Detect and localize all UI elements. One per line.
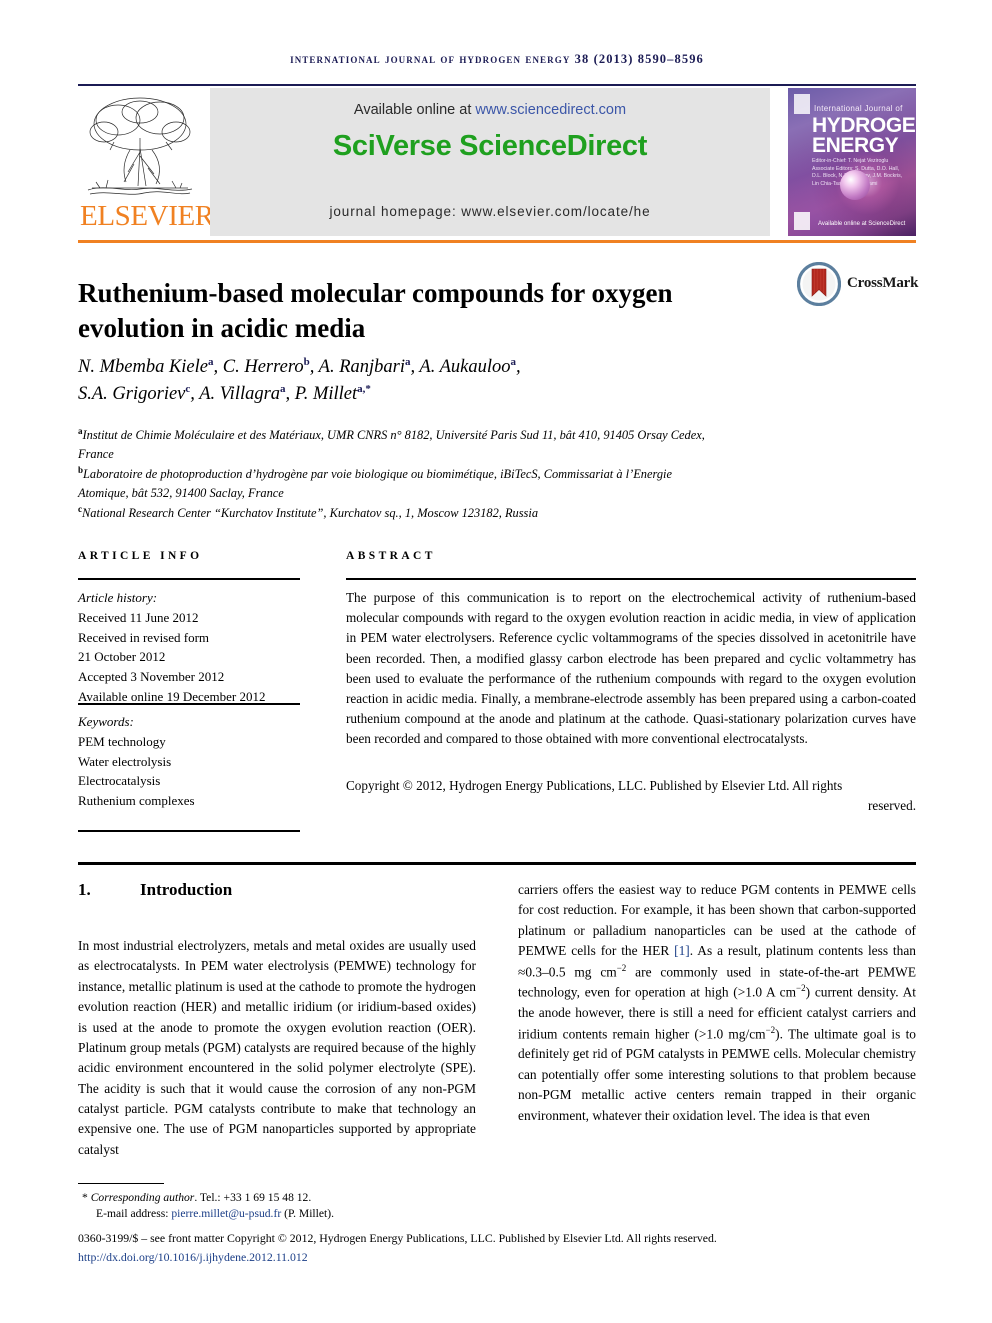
sciencedirect-band: Available online at www.sciencedirect.co… xyxy=(210,88,770,236)
info-rule-bottom xyxy=(78,830,300,832)
abstract-rule-top xyxy=(346,578,916,580)
available-online-prefix: Available online at xyxy=(353,102,476,118)
corresponding-tel: . Tel.: +33 1 69 15 48 12. xyxy=(194,1191,312,1204)
section-number: 1. xyxy=(78,880,91,899)
affiliation-text-b: Laboratoire de photoproduction d’hydrogè… xyxy=(78,466,672,500)
body-column-right: carriers offers the easiest way to reduc… xyxy=(518,880,916,1126)
unit-exponent-1: −2 xyxy=(616,962,627,973)
keywords-block: Keywords: PEM technology Water electroly… xyxy=(78,712,303,811)
elsevier-tree-icon xyxy=(87,97,193,195)
copyright-reserved: reserved. xyxy=(868,798,916,814)
info-rule-middle xyxy=(78,703,300,705)
crossmark-icon[interactable] xyxy=(797,262,841,306)
doi-link[interactable]: http://dx.doi.org/10.1016/j.ijhydene.201… xyxy=(78,1250,918,1265)
journal-homepage-line[interactable]: journal homepage: www.elsevier.com/locat… xyxy=(210,204,770,219)
corresponding-label: Corresponding author xyxy=(90,1191,195,1204)
journal-cover-thumbnail: International Journal of HYDROGEN ENERGY… xyxy=(788,88,916,236)
reference-link-1[interactable]: [1] xyxy=(674,943,690,958)
crossmark-badge[interactable]: CrossMark xyxy=(797,262,919,308)
affiliation-item: aInstitut de Chimie Moléculaire et des M… xyxy=(78,425,718,464)
email-label: E-mail address: xyxy=(96,1207,172,1220)
keywords-label: Keywords: xyxy=(78,714,134,729)
history-item: 21 October 2012 xyxy=(78,649,166,665)
abstract-copyright: Copyright © 2012, Hydrogen Energy Public… xyxy=(346,776,916,816)
cover-sciencedirect-mark: Available online at ScienceDirect xyxy=(818,220,906,227)
issn-copyright-line: 0360-3199/$ – see front matter Copyright… xyxy=(78,1231,717,1245)
cover-top-line: International Journal of xyxy=(814,104,903,113)
corresponding-author-note: * Corresponding author. Tel.: +33 1 69 1… xyxy=(82,1189,582,1207)
body-column-left: In most industrial electrolyzers, metals… xyxy=(78,938,476,1157)
affiliation-item: bLaboratoire de photoproduction d’hydrog… xyxy=(78,464,718,503)
history-item: Received in revised form xyxy=(78,629,210,645)
email-address-link[interactable]: pierre.millet@u-psud.fr xyxy=(171,1207,281,1220)
affiliation-list: aInstitut de Chimie Moléculaire et des M… xyxy=(78,425,718,523)
keyword-item: Electrocatalysis xyxy=(78,773,161,789)
sciverse-sciencedirect-logo: SciVerse ScienceDirect xyxy=(332,130,648,162)
available-online-line: Available online at www.sciencedirect.co… xyxy=(210,102,770,118)
abstract-body: The purpose of this communication is to … xyxy=(346,590,916,747)
running-head: International Journal of Hydrogen Energy… xyxy=(290,52,704,66)
page-title: Ruthenium-based molecular compounds for … xyxy=(78,278,673,343)
article-history-label: Article history: xyxy=(78,590,158,605)
keyword-item: PEM technology xyxy=(78,733,166,749)
cover-title-line1: HYDROGEN xyxy=(812,114,916,137)
history-item: Received 11 June 2012 xyxy=(78,609,199,625)
copyright-main: Copyright © 2012, Hydrogen Energy Public… xyxy=(346,778,843,793)
author-line-1: N. Mbemba Kielea, C. Herrerob, A. Ranjba… xyxy=(78,355,521,377)
masthead: ELSEVIER Available online at www.science… xyxy=(78,88,916,236)
cover-bottom-badge-icon xyxy=(794,212,810,230)
affiliation-text-c: National Research Center “Kurchatov Inst… xyxy=(82,505,539,520)
journal-article-page: International Journal of Hydrogen Energy… xyxy=(0,0,992,1323)
unit-exponent-2: −2 xyxy=(796,983,806,994)
author-list: N. Mbemba Kielea, C. Herrerob, A. Ranjba… xyxy=(78,354,698,408)
elsevier-wordmark: ELSEVIER xyxy=(80,200,214,232)
history-item: Accepted 3 November 2012 xyxy=(78,669,225,684)
affiliation-item: cNational Research Center “Kurchatov Ins… xyxy=(78,503,718,523)
sciencedirect-url-link[interactable]: www.sciencedirect.com xyxy=(475,102,626,118)
keyword-item: Water electrolysis xyxy=(78,753,172,769)
cover-elsevier-badge-icon xyxy=(794,94,810,114)
elsevier-logo-block: ELSEVIER xyxy=(78,88,214,236)
keyword-item: Ruthenium complexes xyxy=(78,793,195,808)
section-title: Introduction xyxy=(140,880,233,899)
crossmark-label: CrossMark xyxy=(847,275,919,291)
article-info-heading: ARTICLE INFO xyxy=(78,550,203,562)
cover-title-line2: ENERGY xyxy=(812,134,899,157)
body-rule-top xyxy=(78,862,916,865)
abstract-heading: ABSTRACT xyxy=(346,550,436,562)
email-note: E-mail address: pierre.millet@u-psud.fr … xyxy=(96,1207,616,1220)
header-rule-top xyxy=(78,84,916,86)
author-line-2: S.A. Grigorievc, A. Villagraa, P. Millet… xyxy=(78,382,371,404)
unit-exponent-3: −2 xyxy=(765,1024,776,1035)
masthead-rule-bottom xyxy=(78,240,916,243)
affiliation-text-a: Institut de Chimie Moléculaire et des Ma… xyxy=(78,428,705,461)
corresponding-marker: * xyxy=(82,1191,88,1204)
cover-sphere-graphic xyxy=(840,170,870,200)
footnote-rule xyxy=(78,1183,164,1184)
email-suffix: (P. Millet). xyxy=(281,1207,335,1220)
info-rule-top xyxy=(78,578,300,580)
article-history-block: Article history: Received 11 June 2012 R… xyxy=(78,588,303,707)
